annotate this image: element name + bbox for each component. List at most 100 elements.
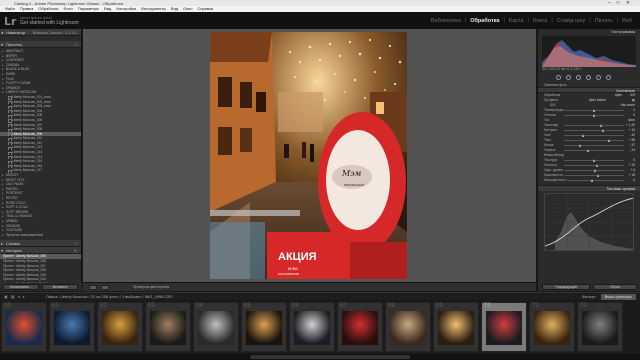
clear-history-icon[interactable]: ✕ bbox=[74, 247, 77, 254]
thumbnail-image[interactable] bbox=[342, 311, 378, 345]
scrollbar-thumb[interactable] bbox=[250, 355, 410, 359]
filmstrip-scrollbar[interactable] bbox=[0, 354, 640, 360]
histogram-graph bbox=[542, 40, 636, 67]
slider-knob[interactable] bbox=[597, 173, 600, 177]
tone-curve-header[interactable]: Тоновая кривая bbox=[538, 185, 640, 191]
slider-knob[interactable] bbox=[590, 178, 593, 182]
slider-track[interactable] bbox=[564, 163, 624, 167]
slider-knob[interactable] bbox=[594, 168, 597, 172]
slider-knob[interactable] bbox=[602, 128, 605, 132]
slider-track[interactable] bbox=[564, 173, 624, 177]
svg-text:АКЦИЯ: АКЦИЯ bbox=[278, 251, 317, 263]
thumbnail-image[interactable] bbox=[198, 311, 234, 345]
filmstrip-cell[interactable]: 64 bbox=[193, 302, 239, 352]
copy-settings-button[interactable]: Копировать... bbox=[3, 284, 39, 290]
preset-folder[interactable]: Пресеты пользователей bbox=[0, 233, 81, 238]
module-tab[interactable]: Веб bbox=[622, 18, 632, 24]
thumbnail-image[interactable] bbox=[102, 311, 138, 345]
snapshots-header[interactable]: ▸ Снимки + bbox=[0, 240, 81, 248]
crop-tool-icon[interactable] bbox=[556, 75, 561, 80]
slider-knob[interactable] bbox=[592, 108, 595, 112]
slider-track[interactable] bbox=[564, 133, 624, 137]
red-eye-icon[interactable] bbox=[576, 75, 581, 80]
module-tab[interactable]: Слайд-шоу bbox=[557, 18, 586, 24]
collapse-triangle-icon: ▾ bbox=[1, 42, 4, 47]
before-after-icon[interactable] bbox=[101, 285, 109, 290]
reset-button[interactable]: Сброс bbox=[593, 284, 637, 290]
thumbnail-image[interactable] bbox=[582, 311, 618, 345]
thumbnail-image[interactable] bbox=[534, 311, 570, 345]
slider-track[interactable] bbox=[564, 113, 624, 117]
main-photo[interactable]: Мэм ФИРМЕННЫЙ АКЦИЯ МЭМ МОСКОВСКОЕ bbox=[210, 32, 407, 279]
slider-track[interactable] bbox=[564, 138, 624, 142]
catalog-subtitle[interactable]: Get started with Lightroom bbox=[20, 20, 79, 26]
thumbnail-image[interactable] bbox=[246, 311, 282, 345]
spot-removal-icon[interactable] bbox=[566, 75, 571, 80]
history-header[interactable]: ▾ История ✕ bbox=[0, 247, 81, 255]
filmstrip-cell[interactable]: 60 bbox=[1, 302, 47, 352]
presets-header[interactable]: ▾ Пресеты + bbox=[0, 41, 81, 48]
filmstrip-cell[interactable]: 71 bbox=[529, 302, 575, 352]
thumbnail-image[interactable] bbox=[390, 311, 426, 345]
lightroom-logo: Lr bbox=[4, 15, 17, 28]
filmstrip-cell[interactable]: 61 bbox=[49, 302, 95, 352]
module-tab[interactable]: Библиотека bbox=[431, 18, 461, 24]
loupe-view-icon[interactable] bbox=[89, 285, 97, 290]
thumbnail-image[interactable] bbox=[54, 311, 90, 345]
soft-proof-toggle[interactable]: Проверка цветопробы bbox=[133, 285, 169, 290]
previous-button[interactable]: Предыдущий bbox=[542, 284, 590, 290]
slider-value[interactable]: - 6 bbox=[631, 178, 635, 183]
navigator-header[interactable]: ◂ Навигатор Вписать Заполн. 1:1 3:1 bbox=[0, 29, 81, 36]
slider-knob[interactable] bbox=[592, 113, 595, 117]
graduated-filter-icon[interactable] bbox=[586, 75, 591, 80]
add-snapshot-icon[interactable]: + bbox=[75, 240, 77, 247]
adjustment-brush-icon[interactable] bbox=[606, 75, 611, 80]
slider-knob[interactable] bbox=[586, 148, 589, 152]
left-panel-buttons: Копировать... Вставить bbox=[0, 283, 82, 291]
module-tab[interactable]: Обработка bbox=[470, 18, 499, 24]
slider-track[interactable] bbox=[564, 128, 624, 132]
thumbnail-image[interactable] bbox=[150, 311, 186, 345]
slider-knob[interactable] bbox=[592, 158, 595, 162]
develop-tools bbox=[542, 73, 636, 82]
slider-knob[interactable] bbox=[599, 123, 602, 127]
add-preset-icon[interactable]: + bbox=[75, 41, 77, 48]
slider-track[interactable] bbox=[564, 108, 624, 112]
radial-filter-icon[interactable] bbox=[596, 75, 601, 80]
zoom-options[interactable]: Вписать Заполн. 1:1 3:1 bbox=[33, 29, 77, 36]
histogram-header[interactable]: Гистограмма bbox=[538, 29, 640, 35]
module-separator: | bbox=[551, 18, 553, 24]
filmstrip-cell[interactable]: 68 bbox=[385, 302, 431, 352]
thumbnail-image[interactable] bbox=[438, 311, 474, 345]
paste-settings-button[interactable]: Вставить bbox=[42, 284, 78, 290]
thumbnail-image[interactable] bbox=[486, 311, 522, 345]
slider-knob[interactable] bbox=[607, 138, 610, 142]
filmstrip-bar: ▣ ▦ ◂ ▸ Папка: Liberty Moscow / 21 из 25… bbox=[0, 292, 640, 300]
module-tab[interactable]: Печать bbox=[595, 18, 613, 24]
slider-track[interactable] bbox=[564, 168, 624, 172]
left-panel: ◂ Навигатор Вписать Заполн. 1:1 3:1 ▾ Пр… bbox=[0, 29, 82, 291]
tone-curve[interactable] bbox=[544, 193, 634, 251]
slider-knob[interactable] bbox=[581, 133, 584, 137]
filmstrip-cell[interactable]: 67 bbox=[337, 302, 383, 352]
identity-plate: Lr lorem ipsum dolor Get started with Li… bbox=[0, 12, 640, 29]
filmstrip-cell[interactable]: 72 bbox=[577, 302, 623, 352]
filmstrip-cell[interactable]: 62 bbox=[97, 302, 143, 352]
slider-track[interactable] bbox=[564, 123, 624, 127]
slider-track[interactable] bbox=[564, 143, 624, 147]
thumbnail-image[interactable] bbox=[294, 311, 330, 345]
thumbnail-image[interactable] bbox=[6, 311, 42, 345]
module-tab[interactable]: Карта bbox=[509, 18, 524, 24]
filmstrip-cell[interactable]: 65 bbox=[241, 302, 287, 352]
filmstrip-cell[interactable]: 69 bbox=[433, 302, 479, 352]
slider-track[interactable] bbox=[564, 148, 624, 152]
module-tab[interactable]: Книга bbox=[533, 18, 547, 24]
slider-track[interactable] bbox=[564, 158, 624, 162]
slider-knob[interactable] bbox=[596, 163, 599, 167]
filmstrip-cell[interactable]: 70 bbox=[481, 302, 527, 352]
filmstrip-cell[interactable]: 66 bbox=[289, 302, 335, 352]
slider-track[interactable] bbox=[564, 178, 624, 182]
night-street-photo: Мэм ФИРМЕННЫЙ АКЦИЯ МЭМ МОСКОВСКОЕ bbox=[210, 32, 407, 279]
slider-knob[interactable] bbox=[579, 143, 582, 147]
filmstrip-cell[interactable]: 63 bbox=[145, 302, 191, 352]
